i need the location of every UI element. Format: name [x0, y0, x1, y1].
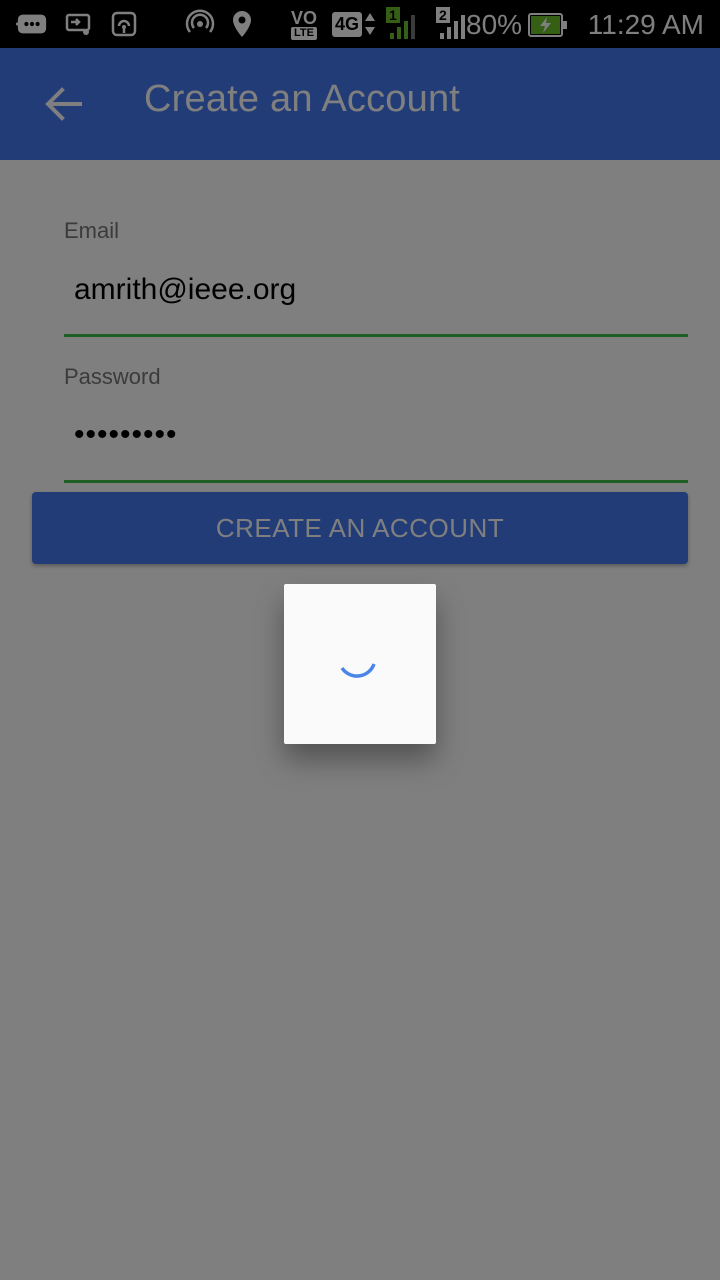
- loading-spinner-icon: [340, 663, 376, 678]
- loading-dialog: [284, 584, 436, 744]
